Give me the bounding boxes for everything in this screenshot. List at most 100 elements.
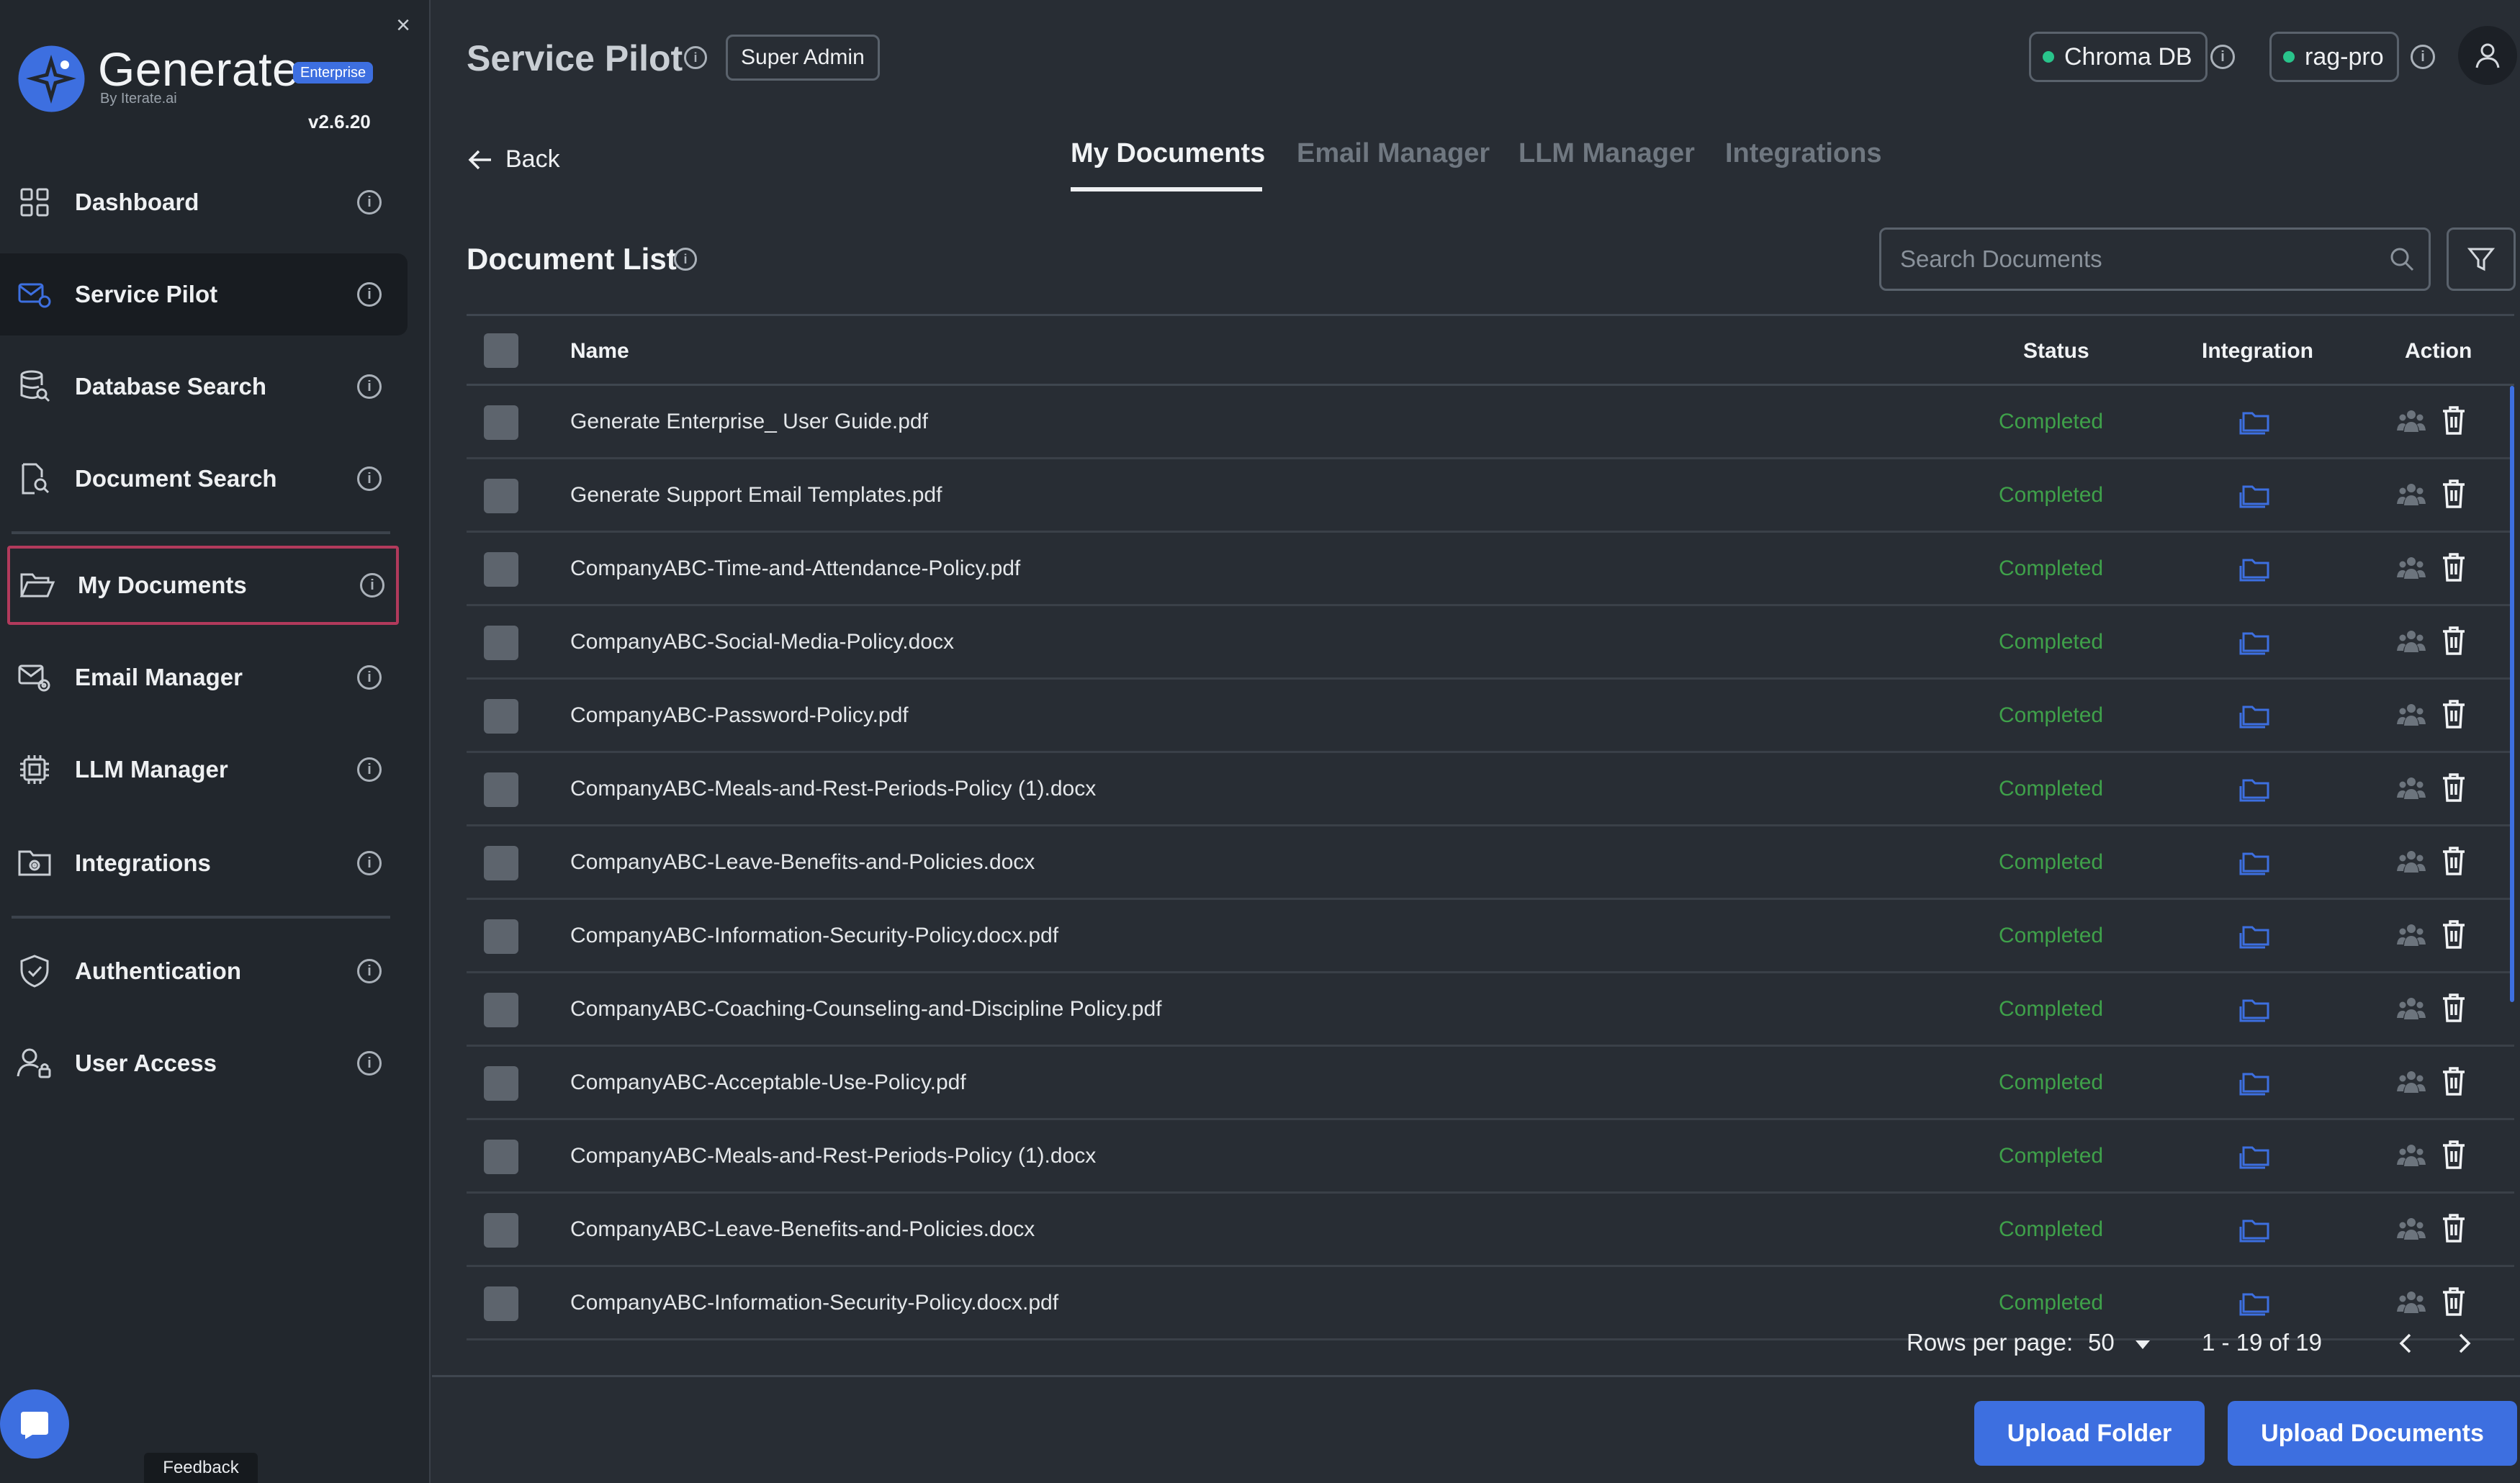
share-users-icon[interactable]	[2396, 1214, 2426, 1244]
share-users-icon[interactable]	[2396, 920, 2426, 950]
table-row[interactable]: CompanyABC-Meals-and-Rest-Periods-Policy…	[467, 753, 2514, 826]
document-name[interactable]: CompanyABC-Information-Security-Policy.d…	[570, 924, 1058, 948]
close-sidebar-icon[interactable]: ×	[392, 13, 414, 37]
document-name[interactable]: CompanyABC-Time-and-Attendance-Policy.pd…	[570, 556, 1020, 581]
info-icon[interactable]: i	[357, 374, 382, 399]
tab-llm-manager[interactable]: LLM Manager	[1518, 138, 1695, 169]
upload-documents-button[interactable]: Upload Documents	[2228, 1401, 2517, 1466]
folder-integration-icon[interactable]	[2238, 625, 2274, 658]
row-checkbox[interactable]	[484, 919, 518, 954]
folder-integration-icon[interactable]	[2238, 1139, 2274, 1172]
document-name[interactable]: CompanyABC-Acceptable-Use-Policy.pdf	[570, 1070, 966, 1095]
trash-icon[interactable]	[2441, 845, 2467, 877]
vector-db-chip[interactable]: Chroma DB	[2029, 32, 2208, 82]
sidebar-item-integrations[interactable]: Integrations i	[0, 822, 408, 904]
trash-icon[interactable]	[2441, 698, 2467, 730]
select-all-checkbox[interactable]	[484, 333, 518, 368]
trash-icon[interactable]	[2441, 478, 2467, 510]
info-icon[interactable]: i	[2210, 45, 2235, 69]
trash-icon[interactable]	[2441, 1139, 2467, 1171]
row-checkbox[interactable]	[484, 846, 518, 880]
info-icon[interactable]: i	[357, 851, 382, 875]
folder-integration-icon[interactable]	[2238, 1286, 2274, 1319]
row-checkbox[interactable]	[484, 993, 518, 1027]
table-row[interactable]: CompanyABC-Information-Security-Policy.d…	[467, 900, 2514, 973]
row-checkbox[interactable]	[484, 479, 518, 513]
share-users-icon[interactable]	[2396, 993, 2426, 1024]
share-users-icon[interactable]	[2396, 406, 2426, 436]
tab-email-manager[interactable]: Email Manager	[1297, 138, 1490, 169]
sidebar-item-my-documents[interactable]: My Documents i	[7, 546, 399, 625]
share-users-icon[interactable]	[2396, 1140, 2426, 1171]
trash-icon[interactable]	[2441, 405, 2467, 436]
search-input[interactable]	[1900, 230, 2375, 289]
info-icon[interactable]: i	[2411, 45, 2435, 69]
share-users-icon[interactable]	[2396, 479, 2426, 510]
row-checkbox[interactable]	[484, 699, 518, 734]
document-name[interactable]: Generate Support Email Templates.pdf	[570, 483, 942, 508]
table-row[interactable]: CompanyABC-Password-Policy.pdf Completed	[467, 680, 2514, 753]
table-row[interactable]: CompanyABC-Leave-Benefits-and-Policies.d…	[467, 1194, 2514, 1267]
table-row[interactable]: CompanyABC-Social-Media-Policy.docx Comp…	[467, 606, 2514, 680]
search-icon[interactable]	[2388, 245, 2416, 273]
trash-icon[interactable]	[2441, 992, 2467, 1024]
sidebar-item-dashboard[interactable]: Dashboard i	[0, 161, 408, 243]
info-icon[interactable]: i	[357, 190, 382, 215]
document-name[interactable]: Generate Enterprise_ User Guide.pdf	[570, 410, 928, 434]
trash-icon[interactable]	[2441, 1212, 2467, 1244]
table-row[interactable]: Generate Enterprise_ User Guide.pdf Comp…	[467, 386, 2514, 459]
row-checkbox[interactable]	[484, 1286, 518, 1321]
back-button[interactable]: Back	[468, 145, 560, 173]
info-icon[interactable]: i	[357, 959, 382, 983]
table-row[interactable]: Generate Support Email Templates.pdf Com…	[467, 459, 2514, 533]
share-users-icon[interactable]	[2396, 1287, 2426, 1317]
folder-integration-icon[interactable]	[2238, 992, 2274, 1025]
share-users-icon[interactable]	[2396, 700, 2426, 730]
tab-my-documents[interactable]: My Documents	[1071, 138, 1265, 169]
chevron-right-icon[interactable]	[2449, 1329, 2478, 1358]
document-name[interactable]: CompanyABC-Leave-Benefits-and-Policies.d…	[570, 1217, 1035, 1242]
table-row[interactable]: CompanyABC-Coaching-Counseling-and-Disci…	[467, 973, 2514, 1047]
row-checkbox[interactable]	[484, 1066, 518, 1101]
document-name[interactable]: CompanyABC-Meals-and-Rest-Periods-Policy…	[570, 1144, 1096, 1168]
sidebar-item-llm-manager[interactable]: LLM Manager i	[0, 729, 408, 811]
document-name[interactable]: CompanyABC-Social-Media-Policy.docx	[570, 630, 954, 654]
document-name[interactable]: CompanyABC-Password-Policy.pdf	[570, 703, 909, 728]
filter-button[interactable]	[2447, 227, 2516, 291]
share-users-icon[interactable]	[2396, 626, 2426, 657]
folder-integration-icon[interactable]	[2238, 478, 2274, 511]
document-name[interactable]: CompanyABC-Information-Security-Policy.d…	[570, 1291, 1058, 1315]
document-name[interactable]: CompanyABC-Coaching-Counseling-and-Disci…	[570, 997, 1162, 1022]
folder-integration-icon[interactable]	[2238, 845, 2274, 878]
column-header-name[interactable]: Name	[570, 339, 629, 364]
row-checkbox[interactable]	[484, 1213, 518, 1248]
document-name[interactable]: CompanyABC-Leave-Benefits-and-Policies.d…	[570, 850, 1035, 875]
folder-integration-icon[interactable]	[2238, 698, 2274, 731]
chat-bubble-icon[interactable]	[0, 1389, 69, 1459]
tab-integrations[interactable]: Integrations	[1725, 138, 1881, 169]
share-users-icon[interactable]	[2396, 847, 2426, 877]
table-row[interactable]: CompanyABC-Meals-and-Rest-Periods-Policy…	[467, 1120, 2514, 1194]
row-checkbox[interactable]	[484, 1140, 518, 1174]
folder-integration-icon[interactable]	[2238, 1065, 2274, 1099]
trash-icon[interactable]	[2441, 919, 2467, 950]
trash-icon[interactable]	[2441, 772, 2467, 803]
row-checkbox[interactable]	[484, 772, 518, 807]
row-checkbox[interactable]	[484, 552, 518, 587]
sidebar-item-service-pilot[interactable]: Service Pilot i	[0, 253, 408, 335]
table-row[interactable]: CompanyABC-Acceptable-Use-Policy.pdf Com…	[467, 1047, 2514, 1120]
sidebar-item-authentication[interactable]: Authentication i	[0, 930, 408, 1012]
info-icon[interactable]: i	[357, 757, 382, 782]
folder-integration-icon[interactable]	[2238, 772, 2274, 805]
upload-folder-button[interactable]: Upload Folder	[1974, 1401, 2205, 1466]
info-icon[interactable]: i	[357, 466, 382, 491]
table-row[interactable]: CompanyABC-Time-and-Attendance-Policy.pd…	[467, 533, 2514, 606]
document-name[interactable]: CompanyABC-Meals-and-Rest-Periods-Policy…	[570, 777, 1096, 801]
info-icon[interactable]: i	[357, 282, 382, 307]
info-icon[interactable]: i	[360, 573, 384, 598]
rows-per-page-select[interactable]: 50	[2088, 1329, 2151, 1356]
share-users-icon[interactable]	[2396, 773, 2426, 803]
trash-icon[interactable]	[2441, 551, 2467, 583]
avatar[interactable]	[2458, 26, 2517, 85]
row-checkbox[interactable]	[484, 405, 518, 440]
